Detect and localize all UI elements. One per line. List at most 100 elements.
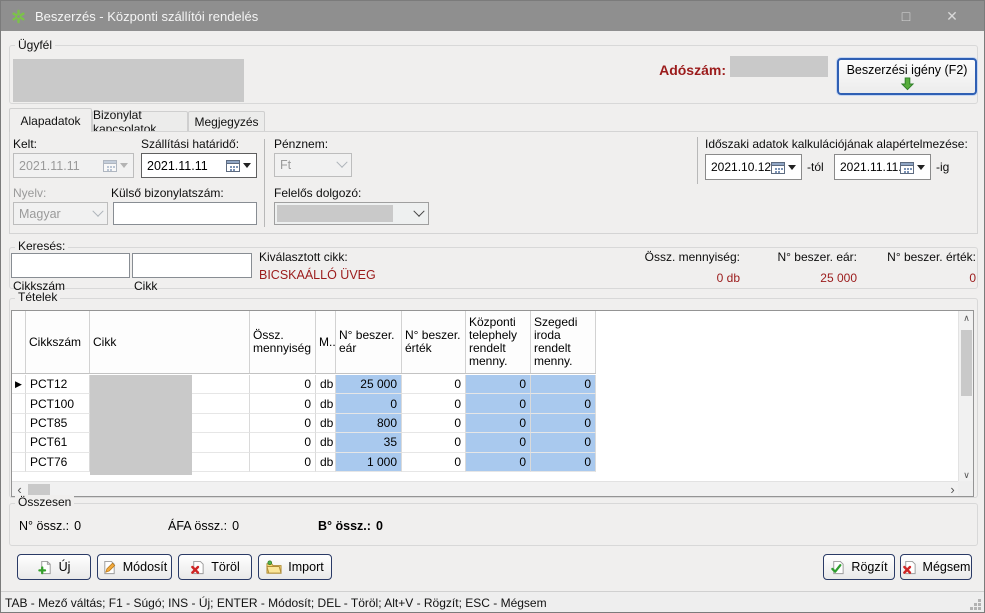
titlebar[interactable]: Beszerzés - Központi szállítói rendelés …: [1, 1, 984, 31]
nyelv-label: Nyelv:: [13, 186, 46, 200]
column-header[interactable]: N° beszer. érték: [402, 311, 466, 373]
scrollbar-corner: [958, 481, 973, 496]
ugyfel-group-label: Ügyfél: [15, 38, 55, 52]
cell-cikkszam[interactable]: PCT76: [26, 453, 90, 472]
afa-ossz-total: ÁFA össz.:0: [168, 519, 239, 533]
cell-kozponti[interactable]: 0: [466, 375, 531, 394]
vertical-scrollbar[interactable]: ∧ ∨: [958, 311, 973, 483]
statusbar: TAB - Mező váltás; F1 - Súgó; INS - Új; …: [1, 591, 984, 613]
cell-ossz[interactable]: 0: [250, 414, 316, 433]
cancel-x-icon: [902, 560, 917, 575]
column-header[interactable]: Össz. mennyiség: [250, 311, 316, 373]
ig-suffix-label: -ig: [936, 160, 949, 174]
app-icon: [11, 9, 26, 24]
cell-ossz[interactable]: 0: [250, 375, 316, 394]
tab-megjegyzes[interactable]: Megjegyzés: [188, 111, 265, 132]
vertical-scroll-thumb[interactable]: [961, 330, 972, 396]
dropdown-icon: [243, 163, 251, 168]
cell-ertek[interactable]: 0: [402, 414, 466, 433]
cell-szegedi[interactable]: 0: [531, 414, 596, 433]
cell-ear[interactable]: 25 000: [336, 375, 402, 394]
column-header[interactable]: N° beszer. eár: [336, 311, 402, 373]
kulso-bizonylatszam-input[interactable]: [113, 202, 257, 225]
tol-suffix-label: -tól: [807, 160, 824, 174]
tab-bizonylat-kapcsolatok[interactable]: Bizonylat kapcsolatok: [92, 111, 188, 132]
cell-ear[interactable]: 35: [336, 433, 402, 452]
modosit-button[interactable]: Módosít: [97, 554, 172, 580]
cikk-values-redacted-box: [90, 375, 192, 475]
cell-ertek[interactable]: 0: [402, 433, 466, 452]
cell-szegedi[interactable]: 0: [531, 394, 596, 413]
horizontal-scrollbar[interactable]: ‹ ›: [12, 481, 960, 496]
calendar-icon: [103, 159, 117, 172]
uj-button[interactable]: Új: [17, 554, 91, 580]
selector-column-header: [12, 311, 26, 373]
cell-ear[interactable]: 0: [336, 394, 402, 413]
cell-me[interactable]: db: [316, 394, 336, 413]
cell-cikkszam[interactable]: PCT61: [26, 433, 90, 452]
dropdown-icon: [788, 165, 796, 170]
kelt-label: Kelt:: [13, 137, 37, 151]
cell-cikkszam[interactable]: PCT85: [26, 414, 90, 433]
chevron-down-icon: [413, 205, 424, 216]
b-ossz-value: 0: [376, 519, 383, 533]
beszerzesi-igeny-button[interactable]: Beszerzési igény (F2): [837, 58, 977, 95]
cell-me[interactable]: db: [316, 433, 336, 452]
cell-cikkszam[interactable]: PCT12: [26, 375, 90, 394]
cell-szegedi[interactable]: 0: [531, 433, 596, 452]
cell-me[interactable]: db: [316, 453, 336, 472]
cell-me[interactable]: db: [316, 375, 336, 394]
chevron-down-icon: [336, 157, 347, 168]
n-ossz-total: N° össz.:0: [19, 519, 81, 533]
beszerzesi-igeny-label: Beszerzési igény (F2): [847, 63, 968, 77]
import-button[interactable]: Import: [258, 554, 332, 580]
cell-kozponti[interactable]: 0: [466, 414, 531, 433]
resize-grip-icon[interactable]: [970, 599, 981, 610]
column-header[interactable]: Szegedi iroda rendelt menny.: [531, 311, 596, 373]
cell-ertek[interactable]: 0: [402, 394, 466, 413]
rogzit-button[interactable]: Rögzít: [823, 554, 895, 580]
row-selector: [12, 394, 26, 413]
cell-kozponti[interactable]: 0: [466, 433, 531, 452]
cikk-search-input[interactable]: [132, 253, 252, 278]
cikkszam-search-input[interactable]: [11, 253, 130, 278]
idoszaki-ig-datepicker[interactable]: 2021.11.11.: [834, 154, 931, 180]
cell-cikkszam[interactable]: PCT100: [26, 394, 90, 413]
beszer-ertek-value: 0: [887, 271, 976, 285]
cell-szegedi[interactable]: 0: [531, 375, 596, 394]
cell-ertek[interactable]: 0: [402, 375, 466, 394]
close-button[interactable]: ✕: [934, 1, 970, 31]
horizontal-scroll-thumb[interactable]: [28, 484, 50, 495]
cell-ear[interactable]: 800: [336, 414, 402, 433]
cell-ossz[interactable]: 0: [250, 433, 316, 452]
cell-ertek[interactable]: 0: [402, 453, 466, 472]
tab-alapadatok[interactable]: Alapadatok: [9, 108, 92, 132]
column-header[interactable]: Cikk: [90, 311, 250, 373]
idoszaki-tol-datepicker[interactable]: 2021.10.12.: [705, 154, 802, 180]
ossz-mennyiseg-value: 0 db: [645, 271, 740, 285]
scroll-up-icon[interactable]: ∧: [959, 311, 974, 326]
maximize-button[interactable]: □: [888, 1, 924, 31]
column-header[interactable]: Központi telephely rendelt menny.: [466, 311, 531, 373]
osszesen-group-label: Összesen: [15, 495, 74, 509]
szallitasi-hatarido-datepicker[interactable]: 2021.11.11: [141, 153, 257, 178]
cell-kozponti[interactable]: 0: [466, 394, 531, 413]
column-header[interactable]: Cikkszám: [26, 311, 90, 373]
felelos-dolgozo-combobox[interactable]: [274, 202, 429, 225]
torol-button[interactable]: Töröl: [178, 554, 252, 580]
cell-ossz[interactable]: 0: [250, 394, 316, 413]
megsem-button[interactable]: Mégsem: [900, 554, 972, 580]
grid-header: CikkszámCikkÖssz. mennyiségM..N° beszer.…: [12, 311, 596, 374]
szallitasi-hatarido-label: Szállítási határidő:: [141, 137, 239, 151]
cell-kozponti[interactable]: 0: [466, 453, 531, 472]
cell-me[interactable]: db: [316, 414, 336, 433]
cell-ear[interactable]: 1 000: [336, 453, 402, 472]
nyelv-combobox: Magyar: [13, 202, 108, 225]
form-divider: [697, 137, 698, 184]
cell-ossz[interactable]: 0: [250, 453, 316, 472]
calendar-icon: [900, 161, 914, 174]
cell-szegedi[interactable]: 0: [531, 453, 596, 472]
calendar-icon: [771, 161, 785, 174]
items-grid: CikkszámCikkÖssz. mennyiségM..N° beszer.…: [11, 310, 974, 497]
column-header[interactable]: M..: [316, 311, 336, 373]
